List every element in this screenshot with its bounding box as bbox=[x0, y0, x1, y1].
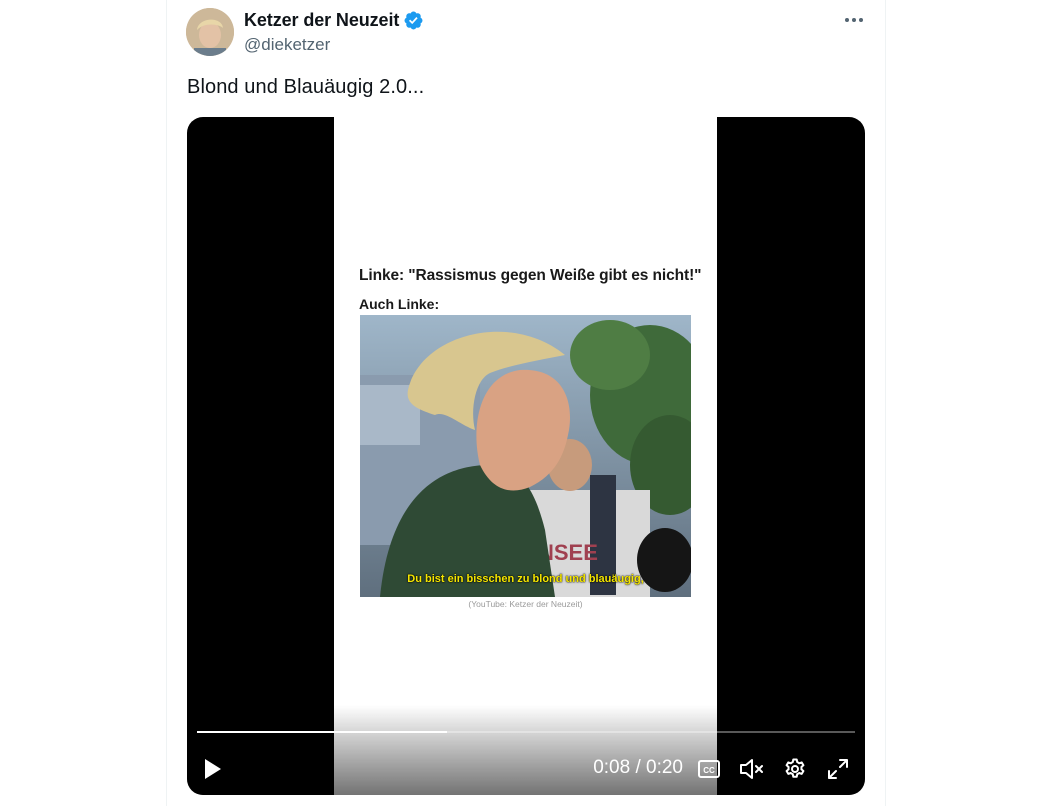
progress-bar[interactable] bbox=[197, 731, 855, 733]
author-name-row[interactable]: Ketzer der Neuzeit bbox=[244, 10, 424, 31]
tweet-text: Blond und Blauäugig 2.0... bbox=[187, 76, 425, 98]
verified-badge-icon[interactable] bbox=[403, 10, 424, 31]
fullscreen-button[interactable] bbox=[823, 755, 853, 783]
author-handle[interactable]: @dieketzer bbox=[244, 35, 330, 55]
video-frame: Linke: "Rassismus gegen Weiße gibt es ni… bbox=[334, 117, 717, 795]
video-subtitle: Du bist ein bisschen zu blond und blauäu… bbox=[407, 573, 644, 585]
volume-muted-icon bbox=[740, 759, 763, 779]
frame-headline: Linke: "Rassismus gegen Weiße gibt es ni… bbox=[359, 267, 702, 284]
more-options-button[interactable] bbox=[838, 6, 870, 34]
progress-fill bbox=[197, 731, 448, 733]
mute-button[interactable] bbox=[737, 755, 767, 783]
video-player[interactable]: Linke: "Rassismus gegen Weiße gibt es ni… bbox=[187, 117, 865, 795]
play-button[interactable] bbox=[199, 755, 227, 783]
video-photo: NSEE Du bist ein bisschen zu blond und b… bbox=[360, 315, 691, 597]
frame-credit: (YouTube: Ketzer der Neuzeit) bbox=[468, 599, 583, 609]
play-icon bbox=[205, 759, 221, 779]
fullscreen-icon bbox=[828, 759, 848, 779]
time-display: 0:08 / 0:20 bbox=[593, 757, 683, 778]
svg-text:CC: CC bbox=[703, 766, 715, 775]
display-name[interactable]: Ketzer der Neuzeit bbox=[244, 10, 399, 31]
captions-button[interactable]: CC bbox=[695, 756, 723, 782]
more-horizontal-icon bbox=[845, 18, 863, 22]
settings-button[interactable] bbox=[781, 755, 809, 783]
closed-captions-icon: CC bbox=[698, 760, 720, 778]
gear-icon bbox=[785, 758, 805, 778]
frame-subheadline: Auch Linke: bbox=[359, 296, 440, 312]
avatar[interactable] bbox=[186, 8, 234, 56]
